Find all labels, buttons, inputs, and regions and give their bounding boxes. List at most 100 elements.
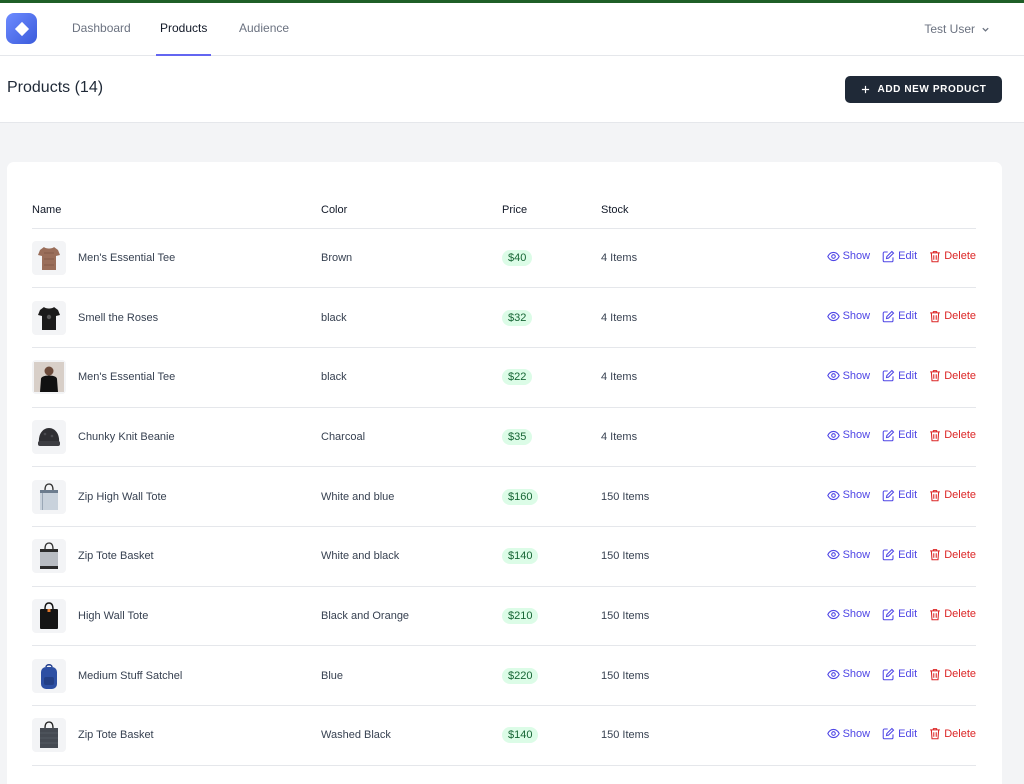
- tote-dark-icon: [40, 721, 58, 749]
- product-stock: 150 Items: [601, 645, 761, 706]
- product-stock: 4 Items: [601, 347, 761, 408]
- delete-label: Delete: [944, 310, 976, 323]
- show-label: Show: [842, 608, 871, 621]
- product-color: Charcoal: [321, 407, 502, 468]
- show-button[interactable]: Show: [826, 727, 870, 740]
- edit-button[interactable]: Edit: [882, 489, 917, 502]
- edit-label: Edit: [898, 489, 918, 502]
- column-header-stock: Stock: [601, 192, 761, 229]
- product-thumbnail: [32, 360, 66, 395]
- edit-button[interactable]: Edit: [882, 250, 917, 263]
- show-button[interactable]: Show: [826, 250, 870, 263]
- delete-button[interactable]: Delete: [929, 489, 976, 502]
- delete-button[interactable]: Delete: [929, 250, 976, 263]
- delete-label: Delete: [944, 429, 976, 442]
- app-logo[interactable]: [6, 13, 37, 44]
- user-name: Test User: [924, 22, 975, 36]
- table-row: Zip High Wall Tote White and blue $160 1…: [32, 466, 976, 527]
- show-button[interactable]: Show: [826, 489, 870, 502]
- delete-button[interactable]: Delete: [929, 429, 976, 442]
- product-color: Brown: [321, 228, 502, 289]
- edit-icon: [882, 608, 895, 621]
- delete-label: Delete: [944, 369, 976, 382]
- edit-button[interactable]: Edit: [882, 668, 917, 681]
- edit-button[interactable]: Edit: [882, 608, 917, 621]
- product-color: Black and Orange: [321, 586, 502, 647]
- show-button[interactable]: Show: [826, 608, 871, 621]
- product-name: Zip Tote Basket: [78, 729, 154, 742]
- product-name: Zip Tote Basket: [78, 550, 154, 563]
- trash-icon: [930, 668, 941, 680]
- show-button[interactable]: Show: [826, 429, 870, 442]
- product-name: Men's Essential Tee: [78, 371, 176, 384]
- table-row: Men's Essential Tee Brown $40 4 Items Sh…: [32, 228, 976, 289]
- edit-button[interactable]: Edit: [882, 369, 917, 382]
- product-thumbnail: [32, 479, 66, 514]
- product-price-badge: $160: [502, 488, 539, 505]
- trash-icon: [930, 250, 941, 263]
- eye-icon: [826, 251, 840, 261]
- tshirt-black-icon: [38, 306, 60, 330]
- show-button[interactable]: Show: [826, 548, 870, 561]
- product-thumbnail: [32, 718, 66, 753]
- product-thumbnail: [32, 658, 66, 693]
- show-label: Show: [842, 369, 871, 382]
- page-title: Products (14): [7, 79, 104, 96]
- delete-button[interactable]: Delete: [929, 668, 976, 681]
- nav-link-products[interactable]: Products: [156, 3, 212, 56]
- product-color: Blue: [321, 645, 502, 706]
- product-color: Washed Black: [321, 705, 502, 766]
- delete-button[interactable]: Delete: [929, 727, 976, 740]
- edit-button[interactable]: Edit: [882, 310, 917, 323]
- edit-icon: [882, 250, 895, 263]
- add-new-product-label: ADD NEW PRODUCT: [877, 84, 987, 95]
- backpack-blue-icon: [41, 663, 57, 689]
- edit-label: Edit: [898, 310, 918, 323]
- delete-button[interactable]: Delete: [929, 310, 976, 323]
- edit-button[interactable]: Edit: [882, 727, 917, 740]
- delete-label: Delete: [944, 250, 976, 263]
- edit-icon: [882, 429, 895, 442]
- show-label: Show: [842, 668, 871, 681]
- delete-button[interactable]: Delete: [929, 369, 976, 382]
- edit-icon: [882, 548, 895, 561]
- product-name: Men's Essential Tee: [78, 251, 176, 264]
- tote-light-icon: [40, 482, 58, 510]
- logo-icon: [14, 21, 29, 36]
- column-header-price: Price: [502, 192, 601, 229]
- nav-link-dashboard[interactable]: Dashboard: [72, 3, 131, 56]
- edit-icon: [882, 310, 895, 322]
- table-row: Smell the Roses black $32 4 Items Show E…: [32, 287, 976, 348]
- show-button[interactable]: Show: [826, 668, 871, 681]
- product-name: Chunky Knit Beanie: [78, 430, 175, 443]
- show-button[interactable]: Show: [826, 369, 871, 382]
- products-table: Name Color Price Stock Men's Essential T…: [32, 192, 976, 766]
- product-stock: 150 Items: [601, 466, 761, 527]
- edit-icon: [882, 489, 895, 501]
- table-row: High Wall Tote Black and Orange $210 150…: [32, 586, 976, 647]
- table-row: Zip Tote Basket White and black $140 150…: [32, 526, 976, 587]
- edit-button[interactable]: Edit: [882, 548, 917, 561]
- product-thumbnail: [32, 598, 66, 633]
- product-price-badge: $220: [502, 667, 539, 684]
- product-stock: 4 Items: [601, 228, 761, 289]
- delete-label: Delete: [944, 489, 976, 502]
- trash-icon: [930, 728, 941, 740]
- nav-link-audience[interactable]: Audience: [239, 3, 289, 56]
- product-price-badge: $210: [502, 607, 539, 624]
- product-price-badge: $35: [502, 428, 533, 445]
- product-price-badge: $140: [502, 727, 539, 744]
- trash-icon: [930, 310, 941, 322]
- show-button[interactable]: Show: [826, 310, 870, 323]
- user-menu[interactable]: Test User: [924, 3, 990, 56]
- tote-black-icon: [40, 602, 58, 629]
- add-new-product-button[interactable]: ADD NEW PRODUCT: [845, 76, 1002, 103]
- delete-button[interactable]: Delete: [929, 608, 976, 621]
- eye-icon: [826, 311, 840, 321]
- trash-icon: [930, 609, 941, 621]
- edit-button[interactable]: Edit: [882, 429, 917, 442]
- product-name: Smell the Roses: [78, 311, 159, 324]
- delete-button[interactable]: Delete: [929, 548, 976, 561]
- edit-label: Edit: [898, 668, 918, 681]
- delete-label: Delete: [944, 727, 976, 740]
